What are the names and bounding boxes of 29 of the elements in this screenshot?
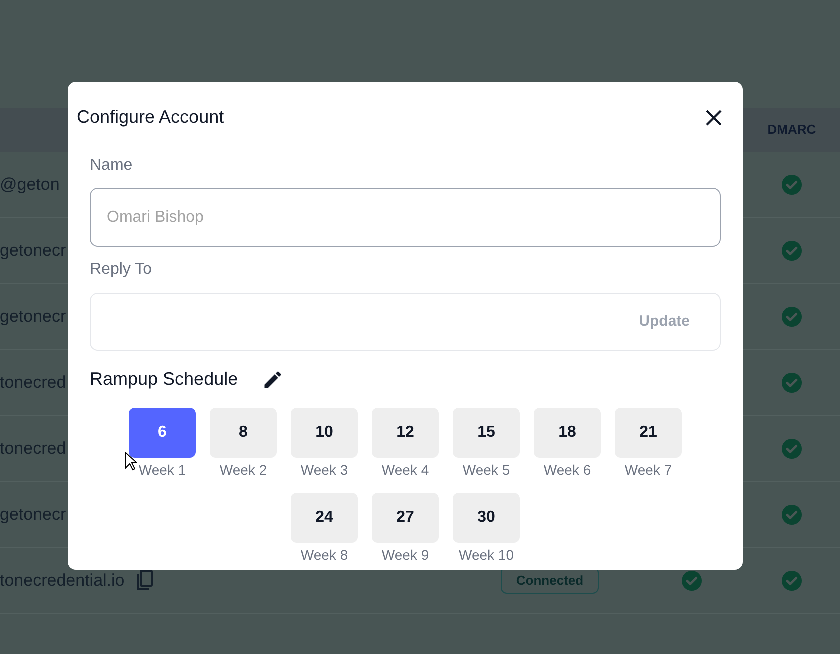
dialog-title: Configure Account (77, 106, 224, 129)
week-value-button[interactable]: 18 (534, 408, 601, 458)
section-label: Rampup Schedule (90, 368, 238, 391)
field-label: Reply To (90, 260, 153, 280)
week-label: Week 1 (138, 461, 186, 480)
week-value-button[interactable]: 8 (210, 408, 277, 458)
week-label: Week 4 (382, 461, 430, 480)
week-value-button[interactable]: 27 (372, 493, 439, 543)
week-value-button[interactable]: 12 (372, 408, 439, 458)
week-value-button[interactable]: 21 (615, 408, 682, 458)
week-label: Week 9 (382, 546, 430, 565)
week-label: Week 3 (300, 461, 348, 480)
week-value-button[interactable]: 6 (129, 408, 196, 458)
cursor-icon (125, 452, 137, 471)
week-label: Week 6 (544, 461, 592, 480)
field-label: Name (90, 156, 134, 176)
name-input[interactable]: Omari Bishop (90, 188, 721, 247)
week-value-button[interactable]: 30 (453, 493, 520, 543)
week-value-button[interactable]: 15 (453, 408, 520, 458)
week-label: Week 2 (220, 461, 268, 480)
copy-icon[interactable] (134, 570, 155, 592)
week-value-button[interactable]: 10 (291, 408, 358, 458)
week-label: Week 5 (462, 461, 510, 480)
week-label: Week 8 (300, 546, 348, 565)
close-icon[interactable] (705, 108, 723, 126)
pencil-icon[interactable] (262, 368, 284, 390)
week-value-button[interactable]: 24 (291, 493, 358, 543)
week-label: Week 7 (624, 461, 672, 480)
week-label: Week 10 (459, 546, 514, 565)
